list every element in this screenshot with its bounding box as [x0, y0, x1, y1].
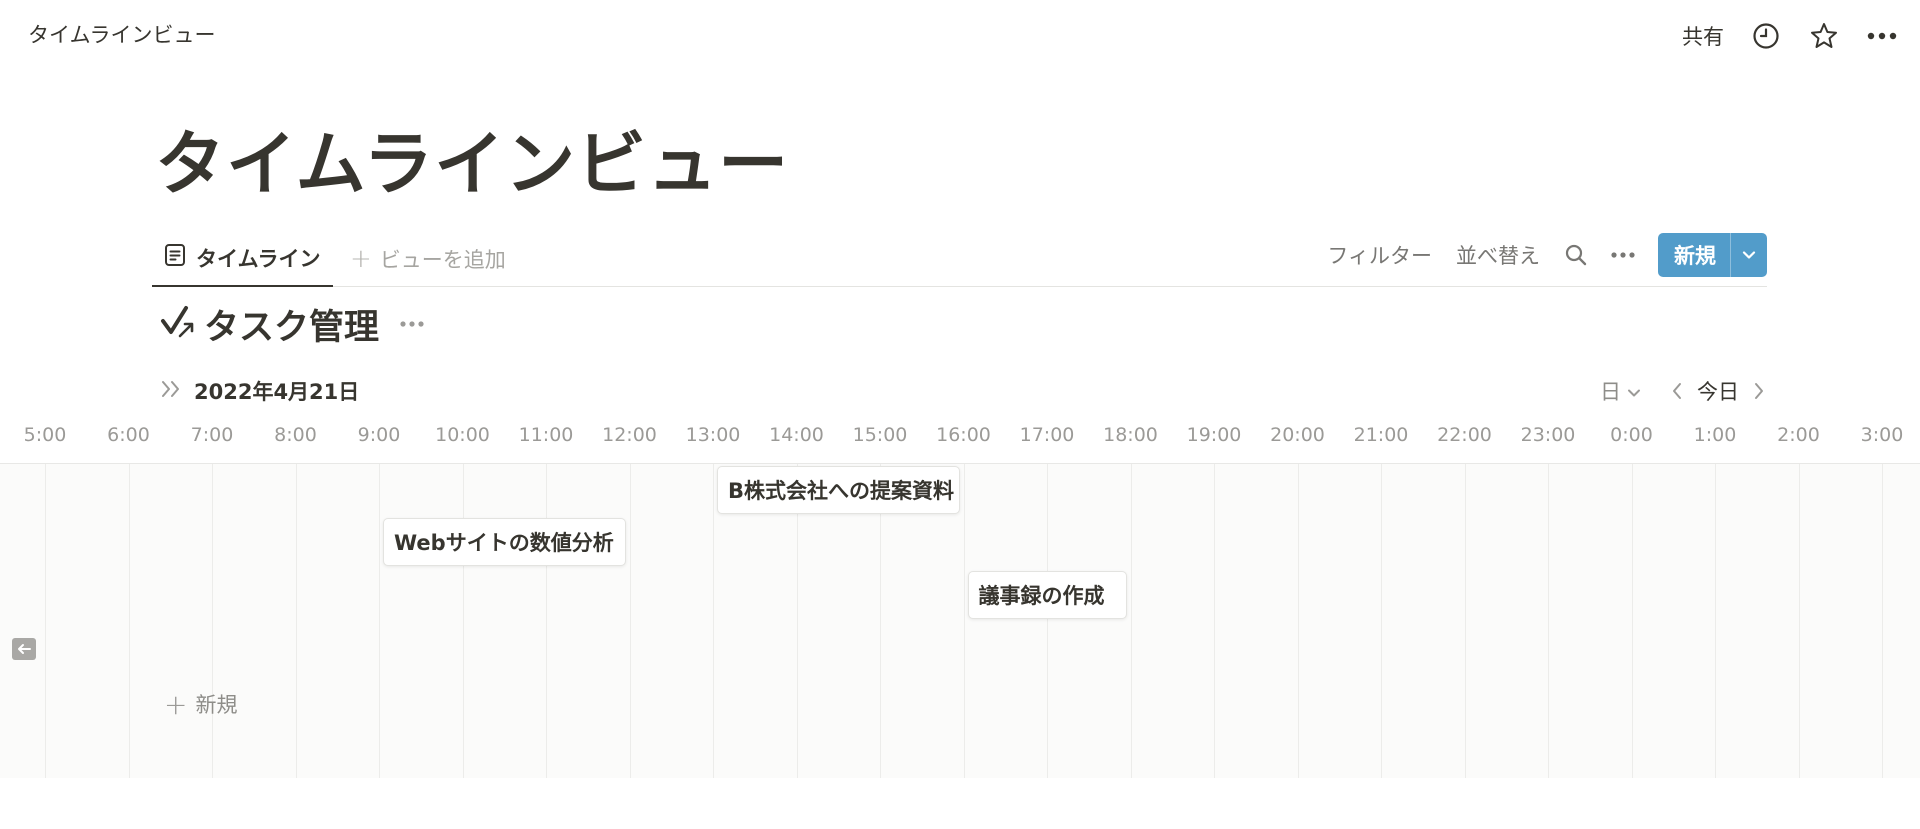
view-tools: フィルター 並べ替え 新規 [1327, 232, 1767, 278]
checkmark-icon [160, 304, 196, 344]
zoom-select[interactable]: 日 [1600, 376, 1641, 406]
hour-gridline [212, 464, 213, 778]
timeline-task-card[interactable]: B株式会社への提案資料 [717, 466, 960, 514]
hour-gridline [1882, 464, 1883, 778]
hour-gridline [1047, 464, 1048, 778]
today-button[interactable]: 今日 [1697, 376, 1739, 406]
hour-label: 14:00 [769, 424, 824, 446]
database-title[interactable]: タスク管理 [204, 299, 379, 350]
timeline-date-row: 2022年4月21日 [160, 376, 359, 406]
hour-gridline [1548, 464, 1549, 778]
hour-label: 19:00 [1186, 424, 1242, 446]
hour-label: 5:00 [23, 424, 67, 446]
view-tabs-row: タイムライン + ビューを追加 フィルター 並べ替え 新規 [152, 230, 1767, 287]
hour-label: 3:00 [1860, 424, 1904, 446]
timeline-grid[interactable]: + 新規 B株式会社への提案資料 Webサイトの数値分析議事録の作成 [0, 463, 1920, 778]
timeline-new-button[interactable]: + 新規 [164, 687, 237, 721]
hour-gridline [379, 464, 380, 778]
star-icon[interactable] [1808, 20, 1840, 52]
hour-gridline [462, 464, 464, 778]
hour-gridline [963, 464, 965, 778]
hour-label: 9:00 [357, 424, 401, 446]
hour-label: 16:00 [936, 424, 991, 446]
hour-label: 8:00 [274, 424, 317, 446]
hour-label: 1:00 [1693, 424, 1737, 446]
hour-gridline [45, 464, 46, 778]
hour-gridline [1631, 464, 1633, 778]
hour-gridline [546, 464, 547, 778]
chevron-right-icon[interactable] [1753, 381, 1765, 401]
hour-gridline [1464, 464, 1466, 778]
add-view-button[interactable]: + ビューを追加 [350, 230, 506, 287]
back-arrow-icon[interactable] [12, 638, 36, 660]
view-more-icon[interactable] [1610, 251, 1636, 259]
database-title-row: タスク管理 [160, 302, 425, 348]
hour-label: 17:00 [1019, 424, 1075, 446]
zoom-chevron-down-icon [1627, 379, 1641, 403]
breadcrumb[interactable]: タイムラインビュー [28, 20, 216, 50]
add-view-label: ビューを追加 [379, 247, 506, 272]
hour-gridline [1214, 464, 1215, 778]
top-bar: タイムラインビュー 共有 [0, 0, 1920, 70]
hour-label: 15:00 [852, 424, 908, 446]
page-icon [164, 243, 186, 272]
timeline-task-card[interactable]: Webサイトの数値分析 [383, 518, 626, 566]
plus-icon: + [164, 687, 188, 721]
task-title: 議事録の作成 [978, 584, 1105, 608]
hour-label: 13:00 [685, 424, 741, 446]
expand-sidebar-icon[interactable] [160, 379, 182, 403]
hour-label: 18:00 [1103, 424, 1158, 446]
hour-label: 22:00 [1437, 424, 1492, 446]
filter-button[interactable]: フィルター [1327, 240, 1432, 270]
search-icon[interactable] [1564, 243, 1588, 267]
hour-header: 5:00 6:00 7:00 8:00 9:00 10:00 11:00 12:00 13:00… [0, 418, 1920, 464]
clock-icon[interactable] [1750, 20, 1782, 52]
task-title: B株式会社への提案資料 [728, 479, 955, 503]
hour-label: 2:00 [1777, 424, 1820, 446]
hour-gridline [629, 464, 631, 778]
timeline-new-label: 新規 [195, 693, 238, 717]
hour-label: 12:00 [602, 424, 657, 446]
chevron-left-icon[interactable] [1671, 381, 1683, 401]
timeline-date: 2022年4月21日 [194, 380, 360, 404]
share-button[interactable]: 共有 [1682, 21, 1724, 51]
hour-gridline [1715, 464, 1716, 778]
app-root: タイムラインビュー 共有 タイムラインビュー タイムライン + ビューを追加 フ… [0, 0, 1920, 829]
plus-icon: + [350, 243, 372, 274]
zoom-value: 日 [1600, 380, 1621, 404]
more-icon[interactable] [1866, 20, 1898, 52]
timeline-task-card[interactable]: 議事録の作成 [967, 571, 1127, 619]
hour-label: 10:00 [435, 424, 490, 446]
hour-gridline [1297, 464, 1299, 778]
topbar-actions: 共有 [1682, 14, 1898, 58]
new-button[interactable]: 新規 [1658, 233, 1767, 277]
hour-gridline [128, 464, 130, 778]
hour-gridline [713, 464, 714, 778]
hour-gridline [1130, 464, 1132, 778]
sort-button[interactable]: 並べ替え [1456, 240, 1540, 270]
hour-label: 20:00 [1270, 424, 1325, 446]
hour-gridline [1798, 464, 1800, 778]
hour-label: 6:00 [107, 424, 150, 446]
timeline-navigation: 日 今日 [1600, 376, 1765, 406]
tab-timeline[interactable]: タイムライン [152, 230, 333, 287]
hour-gridline [1381, 464, 1382, 778]
page-title: タイムラインビュー [155, 123, 790, 205]
hour-label: 23:00 [1520, 424, 1576, 446]
hour-label: 7:00 [190, 424, 234, 446]
chevron-down-icon[interactable] [1731, 233, 1767, 277]
new-button-label[interactable]: 新規 [1658, 233, 1730, 277]
hour-label: 0:00 [1610, 424, 1653, 446]
tab-timeline-label: タイムライン [196, 246, 321, 271]
hour-label: 21:00 [1353, 424, 1409, 446]
task-title: Webサイトの数値分析 [394, 531, 614, 555]
database-more-icon[interactable] [399, 320, 425, 328]
hour-label: 11:00 [518, 424, 574, 446]
hour-gridline [295, 464, 297, 778]
